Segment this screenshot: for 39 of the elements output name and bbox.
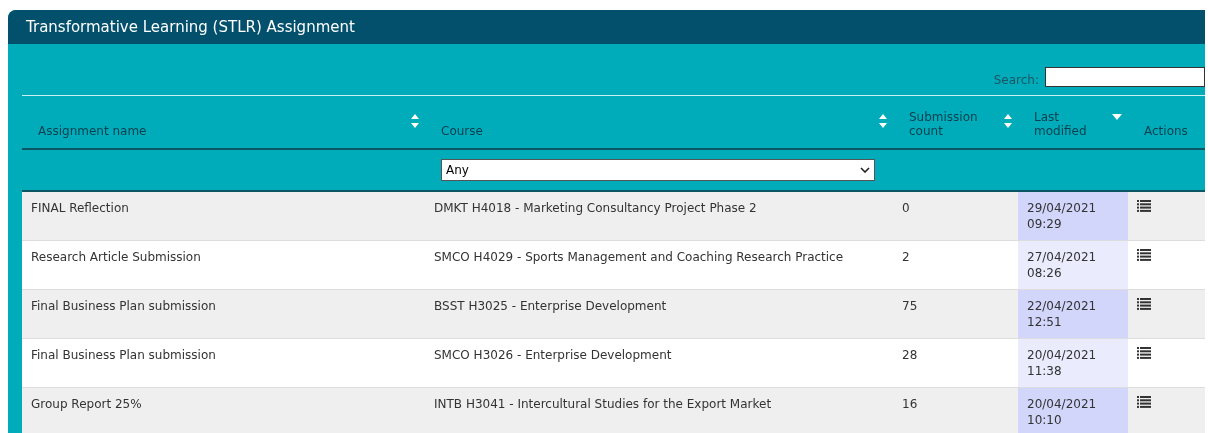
list-icon[interactable] (1137, 200, 1151, 212)
table-cell: 0 (902, 201, 910, 215)
sort-descending-icon (1112, 114, 1122, 120)
table-cell: 20/04/2021 11:38 (1027, 347, 1097, 378)
table-cell: INTB H3041 - Intercultural Studies for the Export Market (434, 396, 772, 411)
table-cell: Research Article Submission (31, 249, 201, 264)
table-cell: FINAL Reflection (31, 201, 129, 215)
sort-icon (411, 114, 419, 128)
table-cell: BSST H3025 - Enterprise Development (434, 298, 667, 313)
table-cell: 22/04/2021 12:51 (1027, 298, 1097, 329)
table-cell: Final Business Plan submission (31, 347, 216, 362)
table-cell: SMCO H3026 - Enterprise Development (434, 347, 672, 362)
table-cell: Final Business Plan submission (31, 298, 216, 313)
table-cell: DMKT H4018 - Marketing Consultancy Project Phase 2 (434, 201, 757, 215)
column-header: Actions (1128, 96, 1205, 149)
column-header[interactable]: Submission count (893, 96, 1018, 149)
sort-icon (879, 114, 887, 128)
table-cell: Group Report 25% (31, 396, 142, 411)
table-cell: 16 (902, 396, 918, 411)
table-cell: 27/04/2021 08:26 (1027, 249, 1097, 280)
list-icon[interactable] (1137, 395, 1151, 408)
column-header[interactable]: Assignment name (22, 96, 425, 149)
window-title: Transformative Learning (STLR) Assignment (26, 18, 355, 36)
course-filter-dropdown[interactable]: Any (441, 159, 875, 181)
list-icon[interactable] (1137, 248, 1151, 261)
table-cell: 20/04/2021 10:10 (1027, 396, 1097, 427)
list-icon[interactable] (1137, 297, 1151, 310)
search-label: Search: (993, 73, 1039, 87)
chevron-down-icon (860, 167, 870, 173)
sort-icon (1004, 114, 1012, 128)
table-cell: 75 (902, 298, 918, 313)
table-cell: SMCO H4029 - Sports Management and Coaching Research Practice (434, 249, 844, 264)
search-field[interactable] (1045, 67, 1205, 87)
column-header[interactable]: Last modified (1018, 96, 1128, 149)
table-cell: 2 (902, 249, 910, 264)
table-cell: 29/04/2021 09:29 (1027, 201, 1097, 231)
table-cell: 28 (902, 347, 918, 362)
column-header[interactable]: Course (425, 96, 893, 149)
list-icon[interactable] (1137, 346, 1151, 359)
